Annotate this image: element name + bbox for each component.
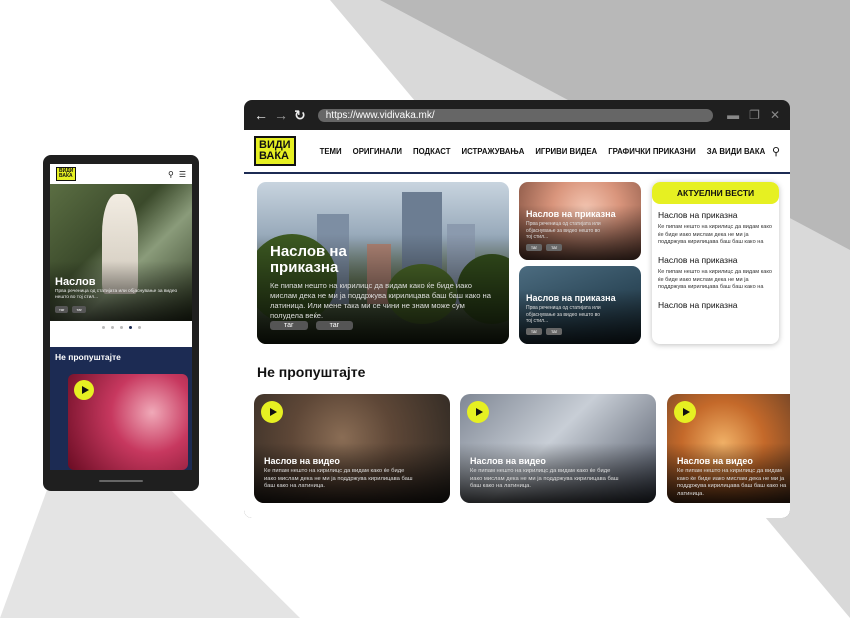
hero-title: Наслов на приказна <box>270 243 347 276</box>
phone-dont-miss-section: Не пропуштајте <box>50 347 192 470</box>
news-item[interactable]: Наслов на приказна Ке пипам нешто на кир… <box>652 204 779 249</box>
hero-desc: Ке пипам нешто на кирилицс да видам како… <box>270 281 491 320</box>
forward-arrow-icon[interactable]: → <box>274 107 288 123</box>
web-page: ВИДИ ВАКА ТЕМИ ОРИГИНАЛИ ПОДКАСТ ИСТРАЖУ… <box>244 130 790 518</box>
nav-item-graphic-stories[interactable]: ГРАФИЧКИ ПРИКАЗНИ <box>608 147 696 156</box>
phone-hero-desc: Прва реченица од статијата или објаснува… <box>55 289 178 300</box>
address-bar[interactable]: https://www.vidivaka.mk/ <box>317 108 714 122</box>
carousel-dot[interactable] <box>101 326 105 329</box>
close-icon[interactable]: ✕ <box>770 108 780 122</box>
nav-item-podcast[interactable]: ПОДКАСТ <box>413 147 451 156</box>
carousel-dots <box>50 321 192 349</box>
video-card[interactable]: Наслов на видео Ке пипам нешто на кирили… <box>460 394 656 503</box>
site-nav: ВИДИ ВАКА ТЕМИ ОРИГИНАЛИ ПОДКАСТ ИСТРАЖУ… <box>244 130 790 174</box>
news-item[interactable]: Наслов на приказна <box>652 294 779 316</box>
site-logo[interactable]: ВИДИ ВАКА <box>254 136 296 166</box>
video-title: Наслов на видео <box>677 456 753 466</box>
phone-hero-title: Наслов <box>55 276 96 288</box>
tag[interactable]: таг <box>546 244 563 251</box>
back-arrow-icon[interactable]: ← <box>254 107 268 123</box>
news-item-desc: Ке пипам нешто на кирилицс да видам како… <box>658 269 773 292</box>
video-desc: Ке пипам нешто на кирилицс да видам како… <box>264 468 413 489</box>
news-heading: АКТУЕЛНИ ВЕСТИ <box>652 182 779 204</box>
phone-logo[interactable]: ВИДИ ВАКА <box>56 167 77 181</box>
home-indicator <box>99 480 143 482</box>
story-card[interactable]: Наслов на приказна Прва реченица од стат… <box>519 266 641 344</box>
story-card[interactable]: Наслов на приказна Прва реченица од стат… <box>519 182 641 260</box>
news-item-title: Наслов на приказна <box>658 210 738 220</box>
story-title: Наслов на приказна <box>526 209 616 219</box>
story-title: Наслов на приказна <box>526 293 616 303</box>
tag[interactable]: таг <box>546 328 563 335</box>
video-card[interactable]: Наслов на видео Ке пипам нешто на кирили… <box>667 394 790 503</box>
tag[interactable]: таг <box>55 306 69 313</box>
hamburger-menu-icon[interactable]: ☰ <box>179 170 186 179</box>
search-icon[interactable]: ⚲ <box>772 145 780 158</box>
play-icon[interactable] <box>74 380 94 400</box>
browser-window: ← → ↻ https://www.vidivaka.mk/ ▬ ❐ ✕ ВИД… <box>244 100 790 518</box>
carousel-dot[interactable] <box>137 326 141 329</box>
search-icon[interactable]: ⚲ <box>168 170 174 179</box>
tag[interactable]: таг <box>526 244 543 251</box>
play-icon[interactable] <box>674 401 696 423</box>
video-card[interactable]: Наслов на видео Ке пипам нешто на кирили… <box>254 394 450 503</box>
phone-hero-card[interactable]: Наслов Прва реченица од статијата или об… <box>50 184 192 321</box>
video-title: Наслов на видео <box>264 456 340 466</box>
restore-icon[interactable]: ❐ <box>749 108 760 122</box>
nav-item-about[interactable]: ЗА ВИДИ ВАКА <box>707 147 766 156</box>
news-item-title: Наслов на приказна <box>658 255 738 265</box>
section-title: Не пропуштајте <box>257 364 366 380</box>
carousel-dot[interactable] <box>119 326 123 329</box>
video-desc: Ке пипам нешто на кирилицс да видам како… <box>677 468 787 497</box>
browser-toolbar: ← → ↻ https://www.vidivaka.mk/ ▬ ❐ ✕ <box>244 100 790 130</box>
phone-header: ВИДИ ВАКА ⚲ ☰ <box>50 164 192 184</box>
tag[interactable]: таг <box>526 328 543 335</box>
nav-item-themes[interactable]: ТЕМИ <box>320 147 342 156</box>
nav-item-game-videos[interactable]: ИГРИВИ ВИДЕА <box>535 147 597 156</box>
video-desc: Ке пипам нешто на кирилицс да видам како… <box>470 468 619 489</box>
carousel-dot[interactable] <box>110 326 114 329</box>
play-icon[interactable] <box>261 401 283 423</box>
current-news-panel: АКТУЕЛНИ ВЕСТИ Наслов на приказна Ке пип… <box>652 182 779 344</box>
tag[interactable]: таг <box>270 321 308 330</box>
nav-item-investigations[interactable]: ИСТРАЖУВАЊА <box>462 147 525 156</box>
video-title: Наслов на видео <box>470 456 546 466</box>
story-desc: Прва реченица од статијата или објаснува… <box>526 305 601 324</box>
tag[interactable]: таг <box>72 306 86 313</box>
news-item-desc: Ке пипам нешто на кирилицс да видам како… <box>658 224 773 247</box>
story-desc: Прва реченица од статијата или објаснува… <box>526 221 601 240</box>
carousel-dot-active[interactable] <box>128 326 132 329</box>
phone-frame: ВИДИ ВАКА ⚲ ☰ Наслов Прва реченица од ст… <box>43 155 199 491</box>
section-title: Не пропуштајте <box>55 352 121 362</box>
news-item-title: Наслов на приказна <box>658 300 738 310</box>
play-icon[interactable] <box>467 401 489 423</box>
phone-screen: ВИДИ ВАКА ⚲ ☰ Наслов Прва реченица од ст… <box>50 164 192 470</box>
phone-video-card[interactable] <box>68 374 188 470</box>
nav-item-originals[interactable]: ОРИГИНАЛИ <box>353 147 402 156</box>
tag[interactable]: таг <box>315 321 354 330</box>
reload-icon[interactable]: ↻ <box>294 107 306 124</box>
news-item[interactable]: Наслов на приказна Ке пипам нешто на кир… <box>652 249 779 294</box>
hero-story-card[interactable]: Наслов на приказна Ке пипам нешто на кир… <box>257 182 509 344</box>
minimize-icon[interactable]: ▬ <box>727 108 739 122</box>
